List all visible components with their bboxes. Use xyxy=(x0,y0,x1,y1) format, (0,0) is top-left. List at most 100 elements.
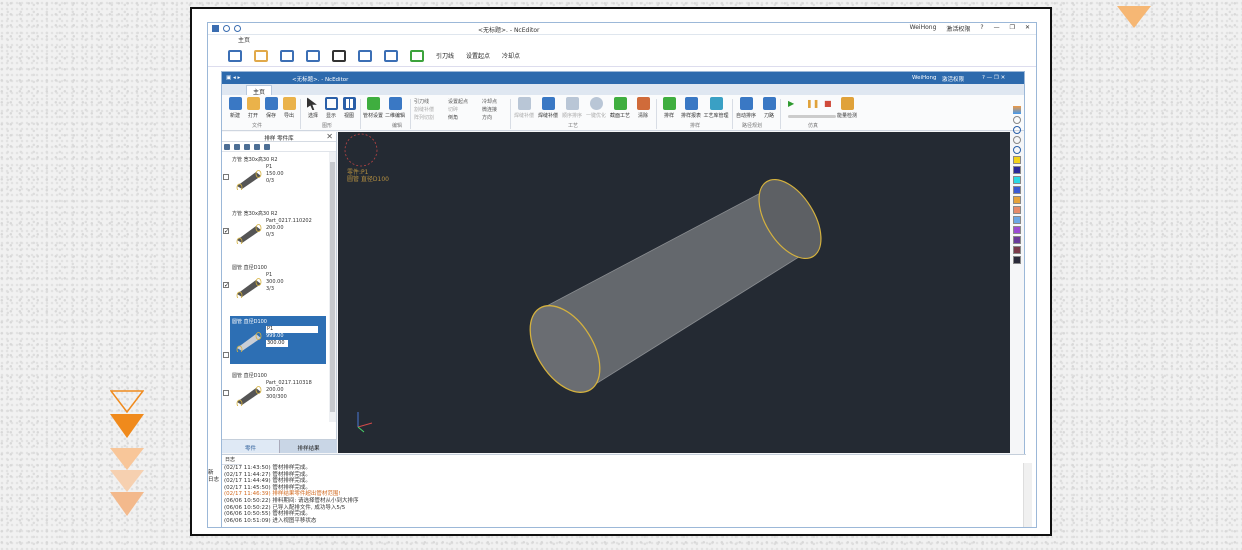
color-swatch-violet[interactable] xyxy=(1013,236,1021,244)
section-craft-button[interactable]: 截面工艺 xyxy=(608,97,632,119)
edit-icon[interactable] xyxy=(254,143,260,150)
part-list-item[interactable]: 圆管 直径D100 Part_0217.110318 200.00 300/300 xyxy=(223,370,326,418)
direction-button[interactable]: 方向 xyxy=(482,114,497,122)
view-button[interactable]: 视图 xyxy=(338,97,360,119)
array-cut-button[interactable]: 阵列切割 xyxy=(414,114,434,122)
2d-edit-button[interactable]: 二维编辑 xyxy=(384,97,406,119)
optimize-button[interactable]: 一键优化 xyxy=(584,97,608,119)
outer-save-icon[interactable] xyxy=(280,49,294,62)
outer-maximize-button[interactable]: ❐ xyxy=(1010,24,1015,33)
color-swatch-maroon[interactable] xyxy=(1013,246,1021,254)
outer-ref-line[interactable]: 引刀线 xyxy=(436,51,454,60)
part-qty-input[interactable]: 300.00 xyxy=(266,340,288,347)
color-swatch-cyan[interactable] xyxy=(1013,176,1021,184)
clear-button[interactable]: 清除 xyxy=(632,97,654,119)
craft-lib-button[interactable]: 工艺库管理 xyxy=(702,97,730,119)
inner-user-name[interactable]: WeiHong xyxy=(912,75,937,81)
outer-select-icon[interactable] xyxy=(332,49,346,62)
auto-sort-button[interactable]: 自动排序 xyxy=(734,97,758,119)
color-swatch-lightblue[interactable] xyxy=(1013,216,1021,224)
outer-minimize-button[interactable]: — xyxy=(994,24,1000,33)
view-cube-circle[interactable] xyxy=(344,133,378,167)
play-icon[interactable]: ▶ xyxy=(788,99,794,108)
settings-icon[interactable] xyxy=(264,143,270,150)
part-checkbox[interactable]: ✓ xyxy=(223,228,229,235)
inner-app-window: ▣ ◂ ▸ <无标题>. - NcEditor WeiHong 激活权限 ? —… xyxy=(221,71,1026,527)
color-swatch-purple[interactable] xyxy=(1013,226,1021,234)
outer-export-icon[interactable] xyxy=(306,49,320,62)
outer-login-link[interactable]: 激活权限 xyxy=(946,24,970,33)
color-swatch-orange[interactable] xyxy=(1013,196,1021,204)
color-swatch-navy[interactable] xyxy=(1013,166,1021,174)
color-swatch-black[interactable] xyxy=(1013,256,1021,264)
ref-line-button[interactable]: 引刀线 xyxy=(414,98,434,106)
outer-display-icon[interactable] xyxy=(358,49,372,62)
part-checkbox[interactable] xyxy=(223,174,229,180)
order-sort-button[interactable]: 顺序排序 xyxy=(560,97,584,119)
inner-window-controls[interactable]: ? — ❐ ✕ xyxy=(982,75,1005,81)
3d-viewport[interactable]: 零件:P1 圆管 直径D100 xyxy=(338,132,1010,453)
part-checkbox[interactable] xyxy=(223,390,229,396)
part-list-item[interactable]: 方管 宽30x高30 R2 P1 150.00 0/3 xyxy=(223,154,326,202)
outer-log-scrollbar[interactable] xyxy=(1023,463,1032,527)
export-button[interactable]: 导出 xyxy=(278,97,300,119)
outer-help-button[interactable]: ? xyxy=(980,24,983,33)
part-list-item[interactable]: ✓ 方管 宽30x高30 R2 Part_0217.110202 200.00 0/3 xyxy=(223,208,326,256)
tube-settings-button[interactable]: 管材设置 xyxy=(362,97,384,119)
redo-icon[interactable] xyxy=(234,25,241,32)
part-list-item[interactable]: ✓ 圆管 直径D100 P1 300.00 3/3 xyxy=(223,262,326,310)
inner-title-bar: ▣ ◂ ▸ <无标题>. - NcEditor WeiHong 激活权限 ? —… xyxy=(222,72,1024,84)
layer-icon[interactable] xyxy=(1013,106,1021,114)
outer-cool-point[interactable]: 冷却点 xyxy=(502,51,520,60)
inner-quick-access[interactable]: ▣ ◂ ▸ xyxy=(226,75,240,81)
weld-comp-button-2[interactable]: 焊缝补偿 xyxy=(536,97,560,119)
outer-set-start[interactable]: 设置起点 xyxy=(466,51,490,60)
part-id-input[interactable]: P1 xyxy=(266,326,318,333)
inner-login-link[interactable]: 激活权限 xyxy=(942,75,964,83)
kerf-comp-button[interactable]: 割缝补偿 xyxy=(414,106,434,114)
cross-circle-icon-2[interactable] xyxy=(1013,146,1021,154)
chamfer-button[interactable]: 倒角 xyxy=(448,114,468,122)
part-list-item[interactable]: 圆管 直径D100 P1 999.00 300.00 xyxy=(223,316,326,364)
nest-button[interactable]: 排样 xyxy=(658,97,680,119)
part-list-scrollbar[interactable] xyxy=(329,152,336,422)
folder-icon xyxy=(246,97,260,110)
outer-new-icon[interactable] xyxy=(228,49,242,62)
pause-icon[interactable]: ❚❚ xyxy=(806,99,819,108)
shred-button[interactable]: 切碎 xyxy=(448,106,468,114)
part-checkbox[interactable] xyxy=(223,352,229,358)
outer-user-name[interactable]: WeiHong xyxy=(910,24,937,33)
decor-triangle-top-right xyxy=(1117,6,1151,28)
stop-icon[interactable]: ■ xyxy=(824,99,832,108)
tab-nest-result[interactable]: 排样结果 xyxy=(279,440,337,453)
weld-comp-button-1[interactable]: 焊缝补偿 xyxy=(512,97,536,119)
check-circle-icon-2[interactable] xyxy=(1013,136,1021,144)
outer-open-icon[interactable] xyxy=(254,49,268,62)
energy-check-button[interactable]: 能量检测 xyxy=(834,97,860,119)
check-circle-icon[interactable] xyxy=(1013,116,1021,124)
cross-circle-icon[interactable] xyxy=(1013,126,1021,134)
view-label: 视图 xyxy=(343,113,354,119)
sim-speed-slider[interactable] xyxy=(788,115,836,118)
cool-point-button[interactable]: 冷却点 xyxy=(482,98,497,106)
color-swatch-salmon[interactable] xyxy=(1013,206,1021,214)
copy-icon[interactable] xyxy=(234,143,240,150)
outer-tube-icon[interactable] xyxy=(410,49,424,62)
undo-icon[interactable] xyxy=(223,25,230,32)
import-icon[interactable] xyxy=(224,143,230,150)
set-start-button[interactable]: 设置起点 xyxy=(448,98,468,106)
delete-icon[interactable] xyxy=(244,143,250,150)
nest-report-button[interactable]: 排样报表 xyxy=(680,97,702,119)
micro-joint-button[interactable]: 微连接 xyxy=(482,106,497,114)
toolpath-button[interactable]: 刀路 xyxy=(758,97,780,119)
color-swatch-yellow[interactable] xyxy=(1013,156,1021,164)
color-swatch-blue[interactable] xyxy=(1013,186,1021,194)
part-checkbox[interactable]: ✓ xyxy=(223,282,229,289)
outer-view-icon[interactable] xyxy=(384,49,398,62)
log-header[interactable]: 日志 xyxy=(222,455,242,465)
tube-model[interactable] xyxy=(516,169,834,405)
part-panel-close-icon[interactable]: ✕ xyxy=(326,132,333,141)
outer-tab-home[interactable]: 主页 xyxy=(208,35,1036,45)
outer-close-button[interactable]: ✕ xyxy=(1025,24,1030,33)
tab-parts[interactable]: 零件 xyxy=(222,440,279,453)
